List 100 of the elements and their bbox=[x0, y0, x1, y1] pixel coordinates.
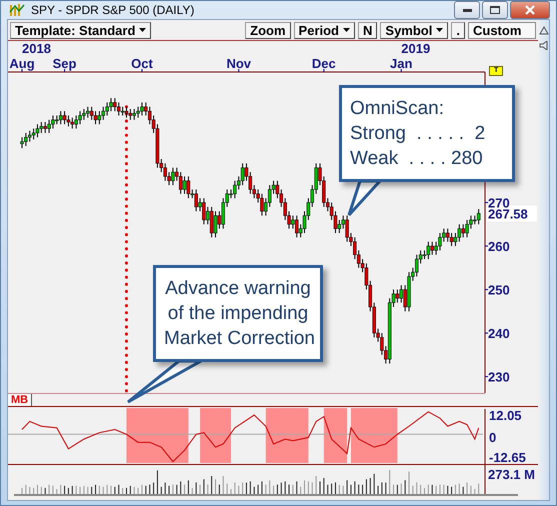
candlestick bbox=[66, 115, 70, 127]
candlestick bbox=[414, 254, 418, 278]
candlestick bbox=[465, 219, 469, 238]
axis-label: 230 bbox=[488, 370, 510, 385]
candlestick bbox=[109, 98, 113, 112]
month-label: Dec bbox=[312, 56, 336, 71]
axis-label: 260 bbox=[488, 239, 510, 254]
candlestick bbox=[476, 208, 480, 225]
callout-text: Weak . . . . 280 bbox=[350, 147, 484, 171]
maximize-button[interactable] bbox=[482, 1, 508, 19]
year-label: 2019 bbox=[401, 41, 430, 56]
close-button[interactable] bbox=[510, 1, 550, 19]
candlestick bbox=[426, 241, 430, 260]
candlestick bbox=[105, 102, 109, 116]
candlestick bbox=[380, 332, 384, 356]
year-label: 2018 bbox=[22, 41, 51, 56]
candlestick bbox=[98, 110, 102, 125]
candlestick bbox=[78, 110, 82, 125]
candlestick bbox=[396, 289, 400, 304]
candlestick bbox=[240, 162, 244, 186]
candlestick bbox=[178, 172, 182, 194]
caret-icon bbox=[436, 28, 444, 32]
maximize-icon bbox=[490, 6, 500, 14]
candlestick bbox=[210, 206, 214, 238]
candlestick bbox=[202, 198, 206, 225]
toolbar-button[interactable]: Zoom bbox=[245, 22, 291, 38]
toolbar-button[interactable]: . bbox=[451, 22, 465, 38]
candlestick bbox=[90, 106, 94, 120]
candlestick bbox=[345, 215, 349, 242]
callout-text: OmniScan: bbox=[350, 97, 445, 121]
axis-label: 250 bbox=[488, 282, 510, 298]
candlestick bbox=[233, 180, 237, 199]
chart-app-icon bbox=[9, 2, 25, 18]
candlestick bbox=[36, 124, 40, 138]
candlestick bbox=[43, 122, 47, 134]
candlestick bbox=[438, 232, 442, 251]
month-label: Oct bbox=[131, 56, 153, 71]
candlestick bbox=[214, 210, 218, 238]
candlestick bbox=[430, 241, 434, 256]
candlestick bbox=[62, 110, 66, 125]
candlestick bbox=[32, 128, 36, 140]
candlestick bbox=[28, 130, 32, 142]
candlestick bbox=[113, 98, 117, 112]
candlestick bbox=[171, 167, 175, 186]
candlestick bbox=[140, 102, 144, 116]
minimize-button[interactable] bbox=[454, 1, 480, 19]
candlestick bbox=[128, 108, 132, 120]
close-icon bbox=[525, 5, 535, 15]
toolbar-dropdown[interactable]: Period bbox=[294, 22, 356, 38]
month-label: Sep bbox=[52, 56, 76, 71]
axis-label: 0 bbox=[489, 430, 496, 445]
speaker-icon[interactable] bbox=[538, 41, 548, 50]
candlestick bbox=[74, 115, 78, 130]
candlestick bbox=[276, 180, 280, 199]
window-title: SPY - SPDR S&P 500 (DAILY) bbox=[31, 3, 196, 17]
template-dropdown[interactable]: Template: Standard bbox=[10, 22, 152, 38]
month-label: Jan bbox=[390, 56, 412, 71]
candlestick bbox=[461, 224, 465, 238]
candlestick bbox=[182, 176, 186, 194]
candlestick bbox=[295, 215, 299, 238]
month-label: Nov bbox=[226, 56, 251, 71]
candlestick bbox=[291, 215, 295, 230]
candlestick bbox=[58, 110, 62, 125]
axis-label: 240 bbox=[488, 326, 510, 342]
candlestick bbox=[458, 224, 462, 242]
candlestick bbox=[260, 193, 264, 216]
candlestick bbox=[51, 115, 55, 130]
candlestick bbox=[117, 102, 120, 116]
volume-label: 273.1 M bbox=[488, 467, 535, 482]
month-label: Aug bbox=[9, 56, 35, 71]
candlestick bbox=[194, 188, 198, 212]
candlestick bbox=[24, 132, 28, 146]
custom-field[interactable]: Custom bbox=[468, 22, 536, 38]
callout-text: Strong . . . . . 2 bbox=[350, 122, 486, 146]
candlestick bbox=[82, 108, 86, 120]
candlestick bbox=[40, 122, 44, 134]
candlestick bbox=[400, 284, 404, 304]
caret-icon bbox=[343, 28, 350, 32]
candlestick bbox=[450, 232, 454, 247]
candlestick bbox=[20, 136, 24, 149]
callout-text: Advance warning bbox=[164, 277, 312, 301]
callout-text: Market Correction bbox=[164, 327, 312, 351]
minimize-icon bbox=[462, 8, 472, 12]
candlestick bbox=[136, 106, 140, 118]
candlestick bbox=[163, 162, 167, 182]
axis-label: -12.65 bbox=[489, 450, 526, 464]
indicator-tab[interactable]: MB bbox=[8, 394, 32, 406]
candlestick bbox=[70, 117, 74, 130]
candlestick bbox=[124, 106, 128, 118]
candlestick bbox=[446, 228, 450, 242]
toolbar-button[interactable]: N bbox=[358, 22, 378, 38]
candlestick bbox=[47, 119, 51, 134]
candlestick bbox=[132, 108, 136, 120]
axis-label: 12.05 bbox=[489, 408, 522, 423]
caret-icon bbox=[139, 28, 146, 32]
candlestick bbox=[94, 110, 98, 125]
triangle-icon[interactable] bbox=[538, 26, 548, 35]
candlestick bbox=[338, 219, 342, 234]
callout-text: of the impending bbox=[166, 302, 310, 326]
toolbar-dropdown[interactable]: Symbol bbox=[380, 22, 448, 38]
